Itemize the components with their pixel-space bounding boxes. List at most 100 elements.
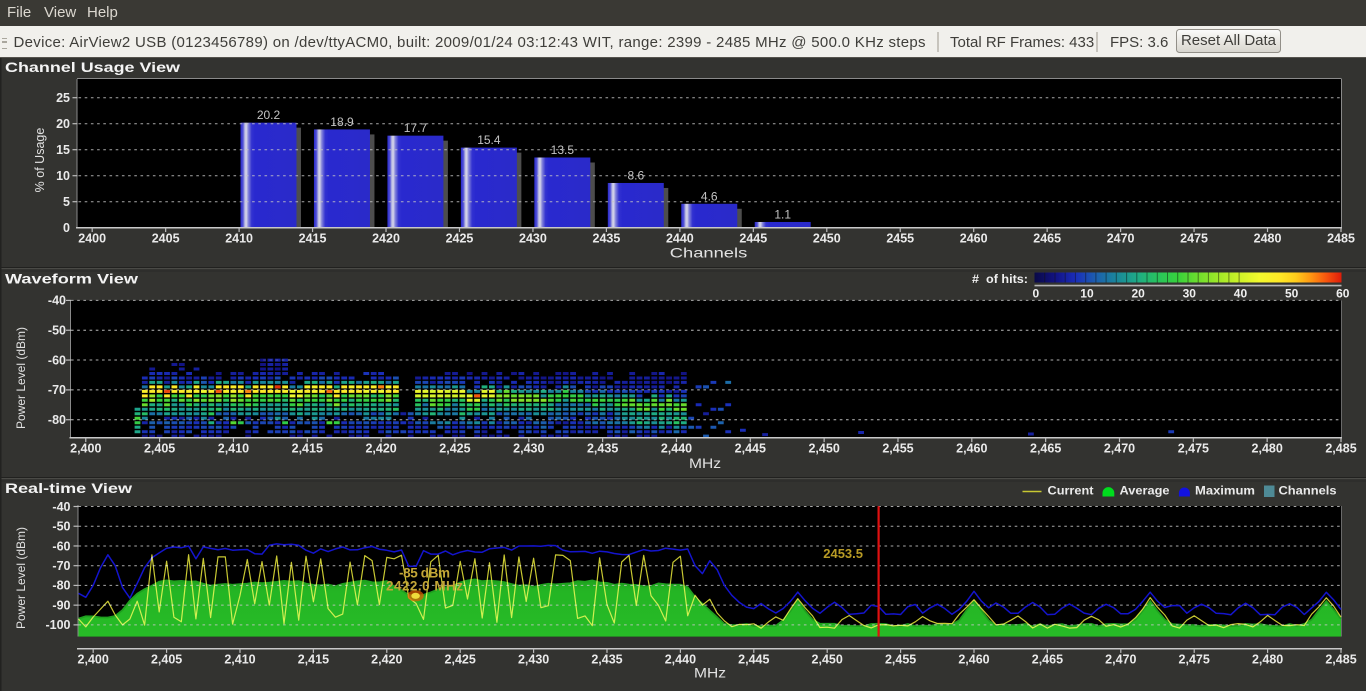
svg-text:2,405: 2,405 bbox=[151, 653, 182, 667]
svg-text:25: 25 bbox=[56, 91, 70, 105]
svg-text:2,445: 2,445 bbox=[735, 442, 766, 456]
svg-text:Channel Usage View: Channel Usage View bbox=[5, 60, 181, 75]
svg-text:15.4: 15.4 bbox=[477, 133, 501, 147]
svg-text:Power Level (dBm): Power Level (dBm) bbox=[14, 327, 28, 429]
svg-text:2,415: 2,415 bbox=[292, 442, 323, 456]
svg-text:2,465: 2,465 bbox=[1032, 653, 1063, 667]
svg-text:2415: 2415 bbox=[299, 232, 327, 246]
svg-text:-40: -40 bbox=[52, 500, 70, 514]
svg-text:2,485: 2,485 bbox=[1325, 653, 1356, 667]
svg-text:2480: 2480 bbox=[1254, 232, 1282, 246]
svg-text:-70: -70 bbox=[48, 383, 66, 397]
svg-text:Channels: Channels bbox=[1279, 486, 1337, 498]
svg-text:MHz: MHz bbox=[689, 455, 721, 471]
svg-text:2420: 2420 bbox=[372, 232, 400, 246]
svg-text:-50: -50 bbox=[48, 324, 66, 338]
svg-text:-90: -90 bbox=[52, 598, 70, 612]
svg-text:2422.0 MHz: 2422.0 MHz bbox=[386, 579, 463, 594]
svg-text:2405: 2405 bbox=[152, 232, 180, 246]
svg-text:2440: 2440 bbox=[666, 232, 694, 246]
svg-text:2430: 2430 bbox=[519, 232, 547, 246]
svg-text:Power Level (dBm): Power Level (dBm) bbox=[14, 527, 28, 629]
svg-text:0: 0 bbox=[1032, 287, 1039, 301]
svg-text:2445: 2445 bbox=[739, 232, 767, 246]
svg-text:4.6: 4.6 bbox=[701, 189, 718, 203]
svg-text:20: 20 bbox=[1131, 287, 1145, 301]
svg-text:2,405: 2,405 bbox=[144, 442, 175, 456]
svg-text:2460: 2460 bbox=[960, 232, 988, 246]
svg-text:2,465: 2,465 bbox=[1030, 442, 1061, 456]
svg-text:2410: 2410 bbox=[225, 232, 253, 246]
svg-text:2,475: 2,475 bbox=[1178, 442, 1209, 456]
svg-text:# of hits:: # of hits: bbox=[972, 274, 1028, 286]
svg-text:2,455: 2,455 bbox=[885, 653, 916, 667]
svg-text:Channels: Channels bbox=[670, 245, 748, 261]
svg-text:2,435: 2,435 bbox=[591, 653, 622, 667]
svg-text:Real-time View: Real-time View bbox=[5, 481, 133, 496]
svg-text:2,415: 2,415 bbox=[298, 653, 329, 667]
svg-text:2450: 2450 bbox=[813, 232, 841, 246]
svg-text:MHz: MHz bbox=[694, 665, 726, 681]
svg-text:Maximum: Maximum bbox=[1195, 486, 1255, 498]
svg-text:15: 15 bbox=[56, 143, 70, 157]
svg-text:Current: Current bbox=[1048, 486, 1094, 498]
svg-text:2,450: 2,450 bbox=[808, 442, 839, 456]
svg-text:10: 10 bbox=[1080, 287, 1094, 301]
svg-text:30: 30 bbox=[1183, 287, 1197, 301]
svg-text:2,425: 2,425 bbox=[445, 653, 476, 667]
svg-text:-60: -60 bbox=[48, 353, 66, 367]
svg-text:Waveform View: Waveform View bbox=[5, 272, 139, 287]
svg-text:2,400: 2,400 bbox=[70, 442, 101, 456]
svg-text:2,450: 2,450 bbox=[812, 653, 843, 667]
svg-text:2,485: 2,485 bbox=[1325, 442, 1356, 456]
svg-text:2485: 2485 bbox=[1327, 232, 1355, 246]
svg-text:20: 20 bbox=[56, 117, 70, 131]
svg-text:2,460: 2,460 bbox=[956, 442, 987, 456]
svg-text:2,420: 2,420 bbox=[365, 442, 396, 456]
svg-text:0: 0 bbox=[63, 221, 70, 235]
svg-text:2,440: 2,440 bbox=[661, 442, 692, 456]
svg-text:2,480: 2,480 bbox=[1252, 442, 1283, 456]
svg-text:2,470: 2,470 bbox=[1104, 442, 1135, 456]
svg-text:8.6: 8.6 bbox=[627, 168, 644, 182]
svg-text:% of Usage: % of Usage bbox=[33, 128, 47, 193]
svg-text:-60: -60 bbox=[52, 539, 70, 553]
svg-text:2453.5: 2453.5 bbox=[823, 546, 863, 561]
svg-text:2400: 2400 bbox=[78, 232, 106, 246]
svg-text:-50: -50 bbox=[52, 520, 70, 534]
svg-text:2,475: 2,475 bbox=[1179, 653, 1210, 667]
svg-text:2475: 2475 bbox=[1180, 232, 1208, 246]
svg-text:2470: 2470 bbox=[1107, 232, 1135, 246]
svg-text:17.7: 17.7 bbox=[404, 121, 428, 135]
svg-text:2455: 2455 bbox=[886, 232, 914, 246]
svg-text:13.5: 13.5 bbox=[551, 143, 575, 157]
svg-text:-70: -70 bbox=[52, 559, 70, 573]
svg-text:-80: -80 bbox=[48, 413, 66, 427]
svg-text:2,430: 2,430 bbox=[518, 653, 549, 667]
svg-text:2465: 2465 bbox=[1033, 232, 1061, 246]
svg-text:2,400: 2,400 bbox=[78, 653, 109, 667]
svg-text:2,440: 2,440 bbox=[665, 653, 696, 667]
svg-text:20.2: 20.2 bbox=[257, 108, 281, 122]
svg-text:2,480: 2,480 bbox=[1252, 653, 1283, 667]
svg-text:2,470: 2,470 bbox=[1105, 653, 1136, 667]
svg-text:10: 10 bbox=[56, 169, 70, 183]
svg-text:18.9: 18.9 bbox=[330, 115, 354, 129]
svg-text:2,435: 2,435 bbox=[587, 442, 618, 456]
svg-text:2,430: 2,430 bbox=[513, 442, 544, 456]
svg-text:2425: 2425 bbox=[446, 232, 474, 246]
svg-text:2,460: 2,460 bbox=[958, 653, 989, 667]
svg-text:-80: -80 bbox=[52, 579, 70, 593]
svg-text:2,445: 2,445 bbox=[738, 653, 769, 667]
svg-text:-100: -100 bbox=[45, 618, 70, 632]
svg-text:2435: 2435 bbox=[593, 232, 621, 246]
svg-text:-40: -40 bbox=[48, 294, 66, 308]
svg-text:50: 50 bbox=[1285, 287, 1299, 301]
svg-text:2,410: 2,410 bbox=[224, 653, 255, 667]
svg-text:2,410: 2,410 bbox=[218, 442, 249, 456]
svg-text:2,455: 2,455 bbox=[882, 442, 913, 456]
svg-text:2,420: 2,420 bbox=[371, 653, 402, 667]
svg-text:1.1: 1.1 bbox=[774, 207, 791, 221]
svg-text:60: 60 bbox=[1336, 287, 1350, 301]
svg-text:40: 40 bbox=[1234, 287, 1248, 301]
